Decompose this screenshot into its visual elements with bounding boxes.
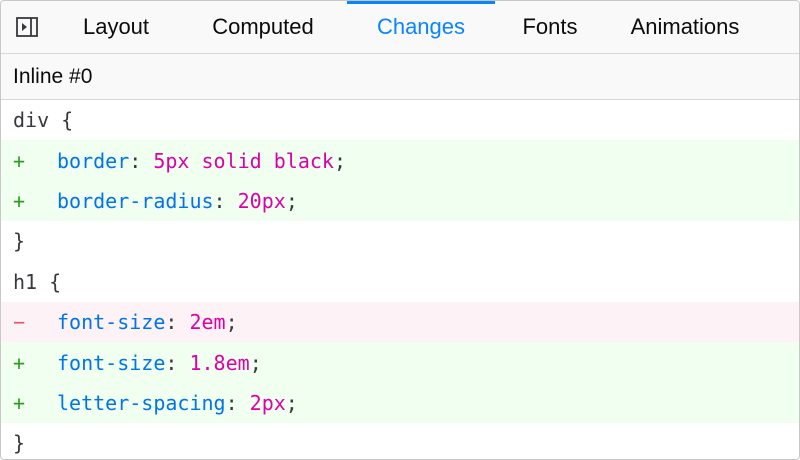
property-name: letter-spacing xyxy=(57,390,226,415)
rule-selector: div { xyxy=(1,100,799,140)
diff-marker-added: + xyxy=(13,350,26,375)
property-value: 2px xyxy=(249,390,286,415)
declaration-removed: − font-size: 2em; xyxy=(1,301,799,343)
property-name: font-size xyxy=(57,350,166,375)
diff-marker-added: + xyxy=(13,390,26,415)
sidebar-toggle-button[interactable] xyxy=(1,1,53,53)
declaration-added: + letter-spacing: 2px; xyxy=(1,382,799,424)
diff-marker-added: + xyxy=(13,188,26,213)
changes-panel: Layout Computed Changes Fonts Animations… xyxy=(0,0,800,460)
selector-text: div { xyxy=(13,108,74,133)
sidebar-toggle-icon xyxy=(16,17,38,37)
tab-changes[interactable]: Changes xyxy=(347,1,495,53)
source-label: Inline #0 xyxy=(13,64,93,88)
property-value: 2em xyxy=(189,310,226,335)
diff-marker-added: + xyxy=(13,148,26,173)
source-header[interactable]: Inline #0 xyxy=(1,54,799,100)
tab-layout[interactable]: Layout xyxy=(53,1,179,53)
rule-close: } xyxy=(1,423,799,459)
property-name: border xyxy=(57,148,130,173)
rule-close: } xyxy=(1,221,799,261)
rule-selector: h1 { xyxy=(1,262,799,302)
selector-text: h1 { xyxy=(13,269,62,294)
closing-brace: } xyxy=(13,431,26,456)
diff-marker-removed: − xyxy=(13,310,26,335)
property-value: 20px xyxy=(237,188,286,213)
inspector-sidebar-tabs: Layout Computed Changes Fonts Animations xyxy=(1,1,799,54)
declaration-added: + border-radius: 20px; xyxy=(1,180,799,222)
tab-fonts[interactable]: Fonts xyxy=(495,1,605,53)
tab-animations[interactable]: Animations xyxy=(605,1,755,53)
property-name: font-size xyxy=(57,310,166,335)
property-value: 5px solid black xyxy=(153,148,334,173)
closing-brace: } xyxy=(13,229,26,254)
declaration-added: + font-size: 1.8em; xyxy=(1,342,799,383)
declaration-added: + border: 5px solid black; xyxy=(1,140,799,181)
tab-computed[interactable]: Computed xyxy=(179,1,347,53)
property-name: border-radius xyxy=(57,188,214,213)
changes-list: div { + border: 5px solid black; + border-… xyxy=(1,100,799,459)
property-value: 1.8em xyxy=(189,350,250,375)
